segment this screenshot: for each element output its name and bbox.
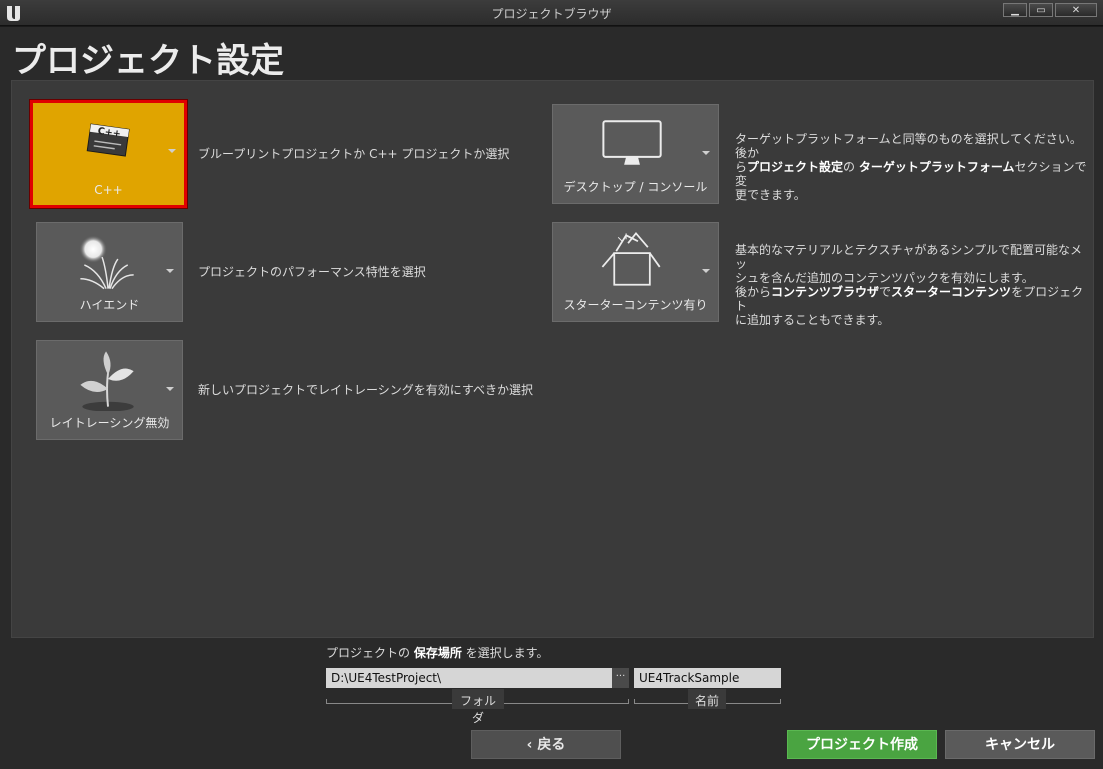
cpp-icon: C++	[86, 123, 130, 157]
window-controls: ▁ ▭ ✕	[1003, 3, 1097, 17]
chevron-down-icon	[702, 269, 710, 273]
emphasis-save-location: 保存場所	[413, 646, 462, 660]
monitor-icon	[602, 120, 662, 165]
text: 後から	[735, 285, 772, 299]
raytracing-option[interactable]: レイトレーシング無効	[36, 340, 183, 440]
cpp-description: ブループリントプロジェクトか C++ プロジェクトか選択	[198, 147, 510, 161]
raytracing-sprout-icon	[80, 351, 134, 411]
text: ら	[735, 160, 748, 174]
starter-content-option[interactable]: スターターコンテンツ有り	[552, 222, 719, 322]
emphasis-target-platform: ターゲットプラットフォーム	[858, 160, 1015, 174]
close-button[interactable]: ✕	[1055, 3, 1097, 17]
folder-path-input[interactable]: D:\UE4TestProject\	[326, 668, 612, 688]
option-label: レイトレーシング無効	[49, 416, 170, 430]
settings-panel: C++ C++ ブループリントプロジェクトか C++ プロジェクトか選択 ハイエ…	[11, 80, 1094, 638]
back-button[interactable]: ‹ 戻る	[471, 730, 621, 759]
name-tag: 名前	[688, 689, 726, 709]
emphasis-project-settings: プロジェクト設定	[747, 160, 844, 174]
folder-tag: フォルダ	[452, 689, 504, 725]
browse-folder-button[interactable]: ···	[612, 668, 629, 688]
option-label: スターターコンテンツ有り	[563, 298, 708, 312]
project-settings-window: プロジェクト設定 C++ C++ ブループリントプロジェクトか C++ プロジェ…	[0, 27, 1103, 769]
page-title: プロジェクト設定	[12, 41, 284, 81]
maximize-button[interactable]: ▭	[1029, 3, 1053, 17]
starter-desc-line1: 基本的なマテリアルとテクスチャがあるシンプルで配置可能なメッ	[735, 243, 1083, 271]
option-label: デスクトップ / コンソール	[563, 180, 708, 194]
platform-desc-line3: 更できます。	[735, 188, 806, 202]
title-bar: プロジェクトブラウザ ▁ ▭ ✕	[0, 0, 1103, 26]
text: を選択します。	[461, 646, 549, 660]
starter-desc-line2: シュを含んだ追加のコンテンツパックを有効にします。	[735, 271, 1034, 285]
create-project-button[interactable]: プロジェクト作成	[787, 730, 937, 759]
starter-desc-line3: 後からコンテンツブラウザでスターターコンテンツをプロジェクト	[735, 285, 1093, 313]
minimize-button[interactable]: ▁	[1003, 3, 1027, 17]
chevron-down-icon	[166, 387, 174, 391]
cancel-button[interactable]: キャンセル	[945, 730, 1095, 759]
language-option-cpp[interactable]: C++ C++	[30, 100, 187, 208]
chevron-down-icon	[166, 269, 174, 273]
platform-desc-line2: らプロジェクト設定の ターゲットプラットフォームセクションで変	[735, 160, 1093, 188]
emphasis-content-browser: コンテンツブラウザ	[771, 285, 880, 299]
project-name-input[interactable]: UE4TrackSample	[634, 668, 781, 688]
save-location-label: プロジェクトの 保存場所 を選択します。	[326, 644, 548, 661]
window-title: プロジェクトブラウザ	[491, 7, 612, 21]
quality-description: プロジェクトのパフォーマンス特性を選択	[198, 265, 426, 279]
platform-option[interactable]: デスクトップ / コンソール	[552, 104, 719, 204]
text: で	[879, 285, 892, 299]
chevron-down-icon	[702, 151, 710, 155]
chevron-down-icon	[168, 149, 176, 153]
platform-desc-line1: ターゲットプラットフォームと同等のものを選択してください。後か	[735, 132, 1082, 160]
text: プロジェクトの	[326, 646, 414, 660]
emphasis-starter-content: スターターコンテンツ	[891, 285, 1012, 299]
starter-desc-line4: に追加することもできます。	[735, 313, 890, 327]
text: の	[843, 160, 859, 174]
quality-option[interactable]: ハイエンド	[36, 222, 183, 322]
quality-plant-icon	[79, 235, 134, 290]
option-label: ハイエンド	[79, 298, 140, 312]
option-label: C++	[94, 183, 123, 197]
open-box-icon	[601, 231, 661, 286]
starter-content-description: 基本的なマテリアルとテクスチャがあるシンプルで配置可能なメッ シュを含んだ追加の…	[735, 243, 1093, 327]
raytracing-description: 新しいプロジェクトでレイトレーシングを有効にすべきか選択	[198, 383, 534, 397]
platform-description: ターゲットプラットフォームと同等のものを選択してください。後か らプロジェクト設…	[735, 132, 1093, 202]
